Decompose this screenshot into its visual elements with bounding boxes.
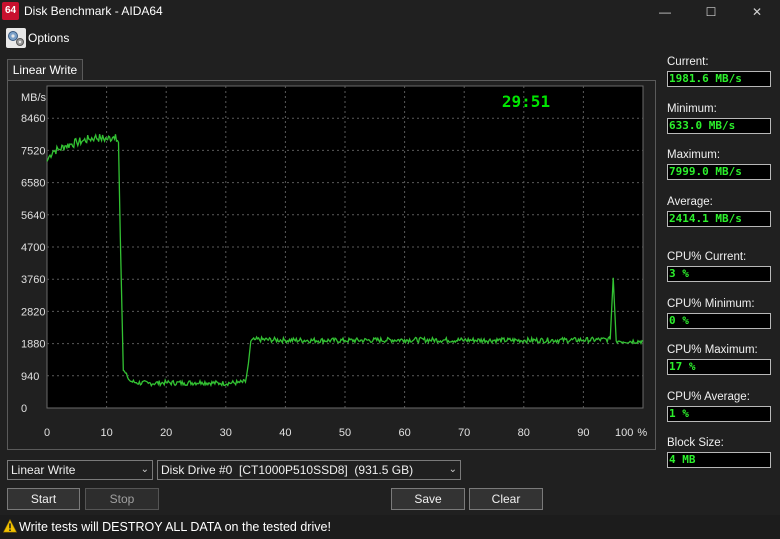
gears-icon[interactable] — [5, 27, 27, 49]
chevron-down-icon: ⌄ — [140, 464, 149, 475]
stat-label: CPU% Minimum: — [667, 298, 755, 310]
stat-item: CPU% Current: 3 % — [667, 251, 773, 282]
elapsed-timer: 29:51 — [502, 92, 550, 111]
title-bar: 64 Disk Benchmark - AIDA64 — ☐ ✕ — [0, 0, 780, 24]
stat-label: Maximum: — [667, 149, 721, 161]
stat-item: Average: 2414.1 MB/s — [667, 196, 773, 227]
drive-value: Disk Drive #0 [CT1000P510SSD8] (931.5 GB… — [161, 463, 414, 477]
clear-button[interactable]: Clear — [469, 488, 543, 510]
stat-label: Current: — [667, 56, 709, 68]
x-tick-label: 20 — [160, 427, 172, 439]
stat-value: 17 % — [667, 359, 771, 375]
x-unit-label: % — [637, 427, 647, 439]
y-tick-label: 1880 — [21, 339, 45, 351]
options-menu[interactable]: Options — [28, 31, 69, 45]
stat-label: Block Size: — [667, 437, 724, 449]
x-tick-label: 40 — [279, 427, 291, 439]
warning-text: Write tests will DESTROY ALL DATA on the… — [19, 520, 331, 534]
minimize-button[interactable]: — — [642, 0, 688, 24]
menu-bar: Options — [0, 26, 780, 50]
stat-value: 7999.0 MB/s — [667, 164, 771, 180]
stat-value: 3 % — [667, 266, 771, 282]
x-tick-label: 70 — [458, 427, 470, 439]
stat-value: 4 MB — [667, 452, 771, 468]
test-type-select[interactable]: Linear Write ⌄ — [7, 460, 153, 480]
stat-value: 2414.1 MB/s — [667, 211, 771, 227]
y-tick-label: 940 — [21, 371, 39, 383]
x-tick-label: 10 — [100, 427, 112, 439]
window-title: Disk Benchmark - AIDA64 — [24, 4, 163, 18]
x-tick-label: 100% — [615, 427, 647, 439]
stat-item: Current: 1981.6 MB/s — [667, 56, 773, 87]
stat-label: Average: — [667, 196, 713, 208]
y-tick-label: 6580 — [21, 178, 45, 190]
x-tick-label: 60 — [398, 427, 410, 439]
tab-linear-write[interactable]: Linear Write — [7, 59, 83, 81]
stat-item: Maximum: 7999.0 MB/s — [667, 149, 773, 180]
stat-value: 0 % — [667, 313, 771, 329]
maximize-button[interactable]: ☐ — [688, 0, 734, 24]
x-tick-label: 90 — [577, 427, 589, 439]
stat-value: 1 % — [667, 406, 771, 422]
stat-item: CPU% Maximum: 17 % — [667, 344, 773, 375]
y-axis-label: MB/s — [21, 92, 47, 104]
stat-label: CPU% Current: — [667, 251, 747, 263]
stat-item: CPU% Average: 1 % — [667, 391, 773, 422]
stop-button[interactable]: Stop — [85, 488, 159, 510]
stat-item: Block Size: 4 MB — [667, 437, 773, 468]
y-tick-label: 2820 — [21, 306, 45, 318]
x-tick-label: 0 — [44, 427, 50, 439]
y-tick-label: 8460 — [21, 113, 45, 125]
aida64-logo-icon: 64 — [2, 2, 19, 20]
stat-label: CPU% Maximum: — [667, 344, 758, 356]
x-tick-label: 30 — [220, 427, 232, 439]
chart-panel: 0 940 1880 2820 3760 4700 5640 6580 7520 8460 0 10… — [7, 80, 656, 450]
close-button[interactable]: ✕ — [734, 0, 780, 24]
stat-item: CPU% Minimum: 0 % — [667, 298, 773, 329]
y-tick-label: 7520 — [21, 145, 45, 157]
save-button[interactable]: Save — [391, 488, 465, 510]
x-tick-value: 100 — [615, 427, 633, 439]
start-button[interactable]: Start — [7, 488, 80, 510]
stat-item: Minimum: 633.0 MB/s — [667, 103, 773, 134]
throughput-chart: 0 940 1880 2820 3760 4700 5640 6580 7520 8460 0 10… — [21, 85, 647, 439]
stat-value: 633.0 MB/s — [667, 118, 771, 134]
y-tick-label: 0 — [21, 403, 27, 415]
y-tick-label: 5640 — [21, 210, 45, 222]
x-tick-label: 50 — [339, 427, 351, 439]
y-tick-label: 4700 — [21, 242, 45, 254]
drive-select[interactable]: Disk Drive #0 [CT1000P510SSD8] (931.5 GB… — [157, 460, 461, 480]
stat-value: 1981.6 MB/s — [667, 71, 771, 87]
stat-label: CPU% Average: — [667, 391, 750, 403]
stat-label: Minimum: — [667, 103, 717, 115]
x-tick-label: 80 — [518, 427, 530, 439]
warning-icon — [3, 519, 17, 533]
chevron-down-icon: ⌄ — [448, 464, 457, 475]
test-type-value: Linear Write — [11, 463, 76, 477]
y-tick-label: 3760 — [21, 274, 45, 286]
warning-bar: Write tests will DESTROY ALL DATA on the… — [0, 515, 780, 539]
